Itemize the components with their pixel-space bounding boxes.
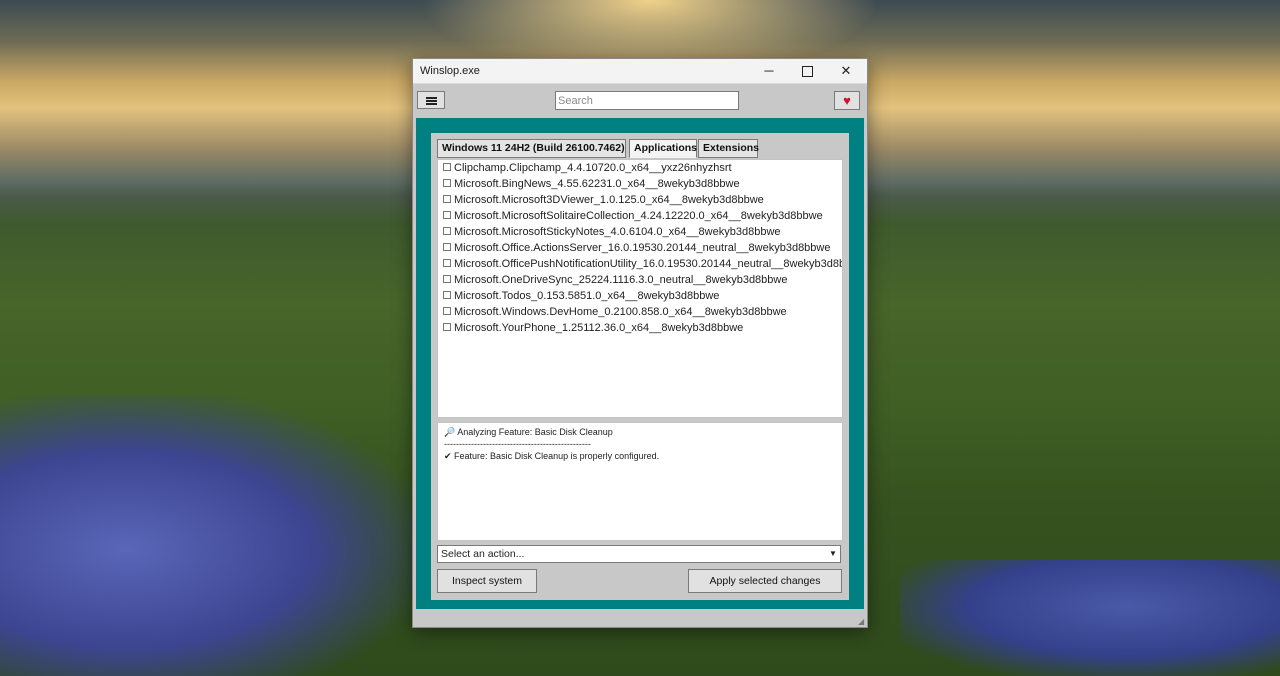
app-name: Microsoft.OfficePushNotificationUtility_… [454, 258, 843, 270]
inspect-system-button[interactable]: Inspect system [437, 569, 537, 593]
list-item[interactable]: Microsoft.BingNews_4.55.62231.0_x64__8we… [438, 176, 842, 192]
checkbox[interactable] [443, 211, 451, 220]
checkbox[interactable] [443, 243, 451, 252]
action-select[interactable]: Select an action... ▼ [437, 545, 841, 563]
wallpaper-water [900, 560, 1280, 676]
resize-grip-icon[interactable]: ◢ [858, 618, 866, 626]
log-separator: ----------------------------------------… [444, 439, 591, 449]
action-select-value: Select an action... [441, 548, 525, 560]
heart-icon: ♥ [843, 93, 851, 108]
app-name: Microsoft.Windows.DevHome_0.2100.858.0_x… [454, 306, 787, 318]
app-name: Microsoft.MicrosoftStickyNotes_4.0.6104.… [454, 226, 781, 238]
content-frame: Windows 11 24H2 (Build 26100.7462) Appli… [416, 118, 864, 609]
checkbox[interactable] [443, 323, 451, 332]
log-line-result: ✔ Feature: Basic Disk Cleanup is properl… [444, 451, 660, 461]
hamburger-icon [426, 100, 437, 102]
checkbox[interactable] [443, 259, 451, 268]
list-item[interactable]: Microsoft.OneDriveSync_25224.1116.3.0_ne… [438, 272, 842, 288]
app-name: Microsoft.BingNews_4.55.62231.0_x64__8we… [454, 178, 740, 190]
checkbox[interactable] [443, 307, 451, 316]
list-item[interactable]: Microsoft.Todos_0.153.5851.0_x64__8wekyb… [438, 288, 842, 304]
app-name: Clipchamp.Clipchamp_4.4.10720.0_x64__yxz… [454, 162, 732, 174]
close-button[interactable]: ✕ [826, 59, 866, 83]
donate-button[interactable]: ♥ [834, 91, 860, 110]
tab-extensions[interactable]: Extensions [698, 139, 759, 158]
toolbar: ♥ [413, 84, 867, 118]
maximize-icon [801, 66, 813, 78]
list-item[interactable]: Microsoft.MicrosoftSolitaireCollection_4… [438, 208, 842, 224]
minimize-button[interactable]: ─ [749, 59, 789, 83]
log-line-analyzing: 🔎 Analyzing Feature: Basic Disk Cleanup [444, 427, 613, 437]
list-item[interactable]: Microsoft.Microsoft3DViewer_1.0.125.0_x6… [438, 192, 842, 208]
checkbox[interactable] [443, 227, 451, 236]
apply-changes-button[interactable]: Apply selected changes [688, 569, 842, 593]
list-item[interactable]: Microsoft.Windows.DevHome_0.2100.858.0_x… [438, 304, 842, 320]
checkbox[interactable] [443, 275, 451, 284]
tab-applications[interactable]: Applications [629, 139, 697, 158]
list-item[interactable]: Microsoft.OfficePushNotificationUtility_… [438, 256, 842, 272]
checkbox[interactable] [443, 195, 451, 204]
app-name: Microsoft.Office.ActionsServer_16.0.1953… [454, 242, 831, 254]
list-item[interactable]: Microsoft.Office.ActionsServer_16.0.1953… [438, 240, 842, 256]
title-bar[interactable]: Winslop.exe ─ ✕ [413, 59, 867, 84]
tab-windows-version[interactable]: Windows 11 24H2 (Build 26100.7462) [437, 139, 626, 158]
app-name: Microsoft.YourPhone_1.25112.36.0_x64__8w… [454, 322, 744, 334]
search-input[interactable] [555, 91, 739, 110]
hamburger-icon [426, 97, 437, 99]
hamburger-icon [426, 103, 437, 105]
list-item[interactable]: Microsoft.YourPhone_1.25112.36.0_x64__8w… [438, 320, 842, 336]
wallpaper-water [0, 395, 420, 676]
list-item[interactable]: Microsoft.MicrosoftStickyNotes_4.0.6104.… [438, 224, 842, 240]
log-output[interactable]: 🔎 Analyzing Feature: Basic Disk Cleanup … [437, 422, 843, 541]
checkbox[interactable] [443, 163, 451, 172]
applications-list[interactable]: Clipchamp.Clipchamp_4.4.10720.0_x64__yxz… [437, 159, 843, 418]
window-title: Winslop.exe [420, 65, 480, 77]
app-name: Microsoft.Todos_0.153.5851.0_x64__8wekyb… [454, 290, 720, 302]
checkbox[interactable] [443, 179, 451, 188]
maximize-button[interactable] [787, 59, 827, 83]
list-item[interactable]: Clipchamp.Clipchamp_4.4.10720.0_x64__yxz… [438, 160, 842, 176]
chevron-down-icon[interactable]: ▼ [828, 549, 838, 559]
menu-button[interactable] [417, 91, 445, 109]
app-name: Microsoft.MicrosoftSolitaireCollection_4… [454, 210, 823, 222]
app-window: Winslop.exe ─ ✕ ♥ Windows 11 24H2 (Build… [412, 58, 868, 628]
checkbox[interactable] [443, 291, 451, 300]
app-name: Microsoft.OneDriveSync_25224.1116.3.0_ne… [454, 274, 788, 286]
main-panel: Windows 11 24H2 (Build 26100.7462) Appli… [431, 133, 849, 600]
app-name: Microsoft.Microsoft3DViewer_1.0.125.0_x6… [454, 194, 764, 206]
